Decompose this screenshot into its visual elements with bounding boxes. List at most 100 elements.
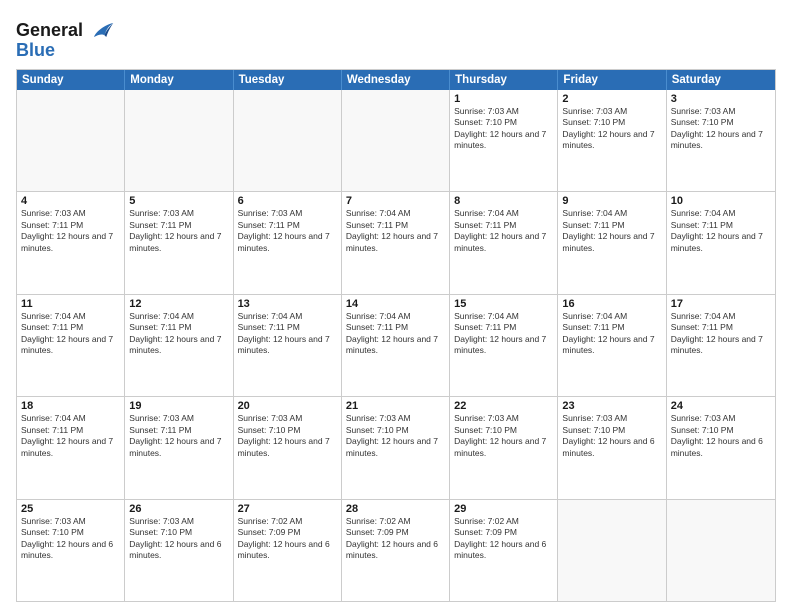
cal-cell-0-2 <box>234 90 342 191</box>
day-number: 2 <box>562 93 661 105</box>
day-info: Sunrise: 7:04 AMSunset: 7:11 PMDaylight:… <box>21 311 120 357</box>
day-number: 25 <box>21 503 120 515</box>
calendar-body: 1Sunrise: 7:03 AMSunset: 7:10 PMDaylight… <box>17 90 775 601</box>
day-number: 7 <box>346 195 445 207</box>
day-info: Sunrise: 7:03 AMSunset: 7:11 PMDaylight:… <box>238 208 337 254</box>
header-friday: Friday <box>558 70 666 90</box>
cal-cell-2-3: 14Sunrise: 7:04 AMSunset: 7:11 PMDayligh… <box>342 295 450 396</box>
calendar-row-0: 1Sunrise: 7:03 AMSunset: 7:10 PMDaylight… <box>17 90 775 191</box>
day-number: 27 <box>238 503 337 515</box>
day-number: 14 <box>346 298 445 310</box>
cal-cell-2-2: 13Sunrise: 7:04 AMSunset: 7:11 PMDayligh… <box>234 295 342 396</box>
day-number: 17 <box>671 298 771 310</box>
cal-cell-1-6: 10Sunrise: 7:04 AMSunset: 7:11 PMDayligh… <box>667 192 775 293</box>
day-info: Sunrise: 7:04 AMSunset: 7:11 PMDaylight:… <box>238 311 337 357</box>
day-number: 29 <box>454 503 553 515</box>
calendar-header: SundayMondayTuesdayWednesdayThursdayFrid… <box>17 70 775 90</box>
cal-cell-4-0: 25Sunrise: 7:03 AMSunset: 7:10 PMDayligh… <box>17 500 125 601</box>
day-info: Sunrise: 7:03 AMSunset: 7:10 PMDaylight:… <box>562 413 661 459</box>
header-tuesday: Tuesday <box>234 70 342 90</box>
day-number: 22 <box>454 400 553 412</box>
cal-cell-3-4: 22Sunrise: 7:03 AMSunset: 7:10 PMDayligh… <box>450 397 558 498</box>
cal-cell-1-5: 9Sunrise: 7:04 AMSunset: 7:11 PMDaylight… <box>558 192 666 293</box>
cal-cell-0-5: 2Sunrise: 7:03 AMSunset: 7:10 PMDaylight… <box>558 90 666 191</box>
calendar-row-1: 4Sunrise: 7:03 AMSunset: 7:11 PMDaylight… <box>17 191 775 293</box>
day-info: Sunrise: 7:03 AMSunset: 7:10 PMDaylight:… <box>454 106 553 152</box>
day-info: Sunrise: 7:04 AMSunset: 7:11 PMDaylight:… <box>562 208 661 254</box>
logo-text-general: General <box>16 20 83 41</box>
day-number: 16 <box>562 298 661 310</box>
header-monday: Monday <box>125 70 233 90</box>
day-info: Sunrise: 7:04 AMSunset: 7:11 PMDaylight:… <box>562 311 661 357</box>
day-number: 15 <box>454 298 553 310</box>
day-number: 1 <box>454 93 553 105</box>
cal-cell-0-0 <box>17 90 125 191</box>
cal-cell-2-5: 16Sunrise: 7:04 AMSunset: 7:11 PMDayligh… <box>558 295 666 396</box>
day-info: Sunrise: 7:04 AMSunset: 7:11 PMDaylight:… <box>129 311 228 357</box>
day-info: Sunrise: 7:03 AMSunset: 7:10 PMDaylight:… <box>21 516 120 562</box>
calendar-row-2: 11Sunrise: 7:04 AMSunset: 7:11 PMDayligh… <box>17 294 775 396</box>
day-number: 26 <box>129 503 228 515</box>
day-info: Sunrise: 7:03 AMSunset: 7:10 PMDaylight:… <box>454 413 553 459</box>
day-number: 5 <box>129 195 228 207</box>
cal-cell-3-0: 18Sunrise: 7:04 AMSunset: 7:11 PMDayligh… <box>17 397 125 498</box>
calendar-row-4: 25Sunrise: 7:03 AMSunset: 7:10 PMDayligh… <box>17 499 775 601</box>
day-number: 9 <box>562 195 661 207</box>
day-number: 12 <box>129 298 228 310</box>
cal-cell-3-1: 19Sunrise: 7:03 AMSunset: 7:11 PMDayligh… <box>125 397 233 498</box>
header-sunday: Sunday <box>17 70 125 90</box>
cal-cell-4-1: 26Sunrise: 7:03 AMSunset: 7:10 PMDayligh… <box>125 500 233 601</box>
day-number: 19 <box>129 400 228 412</box>
day-number: 23 <box>562 400 661 412</box>
cal-cell-4-6 <box>667 500 775 601</box>
day-info: Sunrise: 7:04 AMSunset: 7:11 PMDaylight:… <box>21 413 120 459</box>
day-number: 4 <box>21 195 120 207</box>
cal-cell-1-3: 7Sunrise: 7:04 AMSunset: 7:11 PMDaylight… <box>342 192 450 293</box>
day-info: Sunrise: 7:04 AMSunset: 7:11 PMDaylight:… <box>346 208 445 254</box>
day-number: 11 <box>21 298 120 310</box>
day-number: 6 <box>238 195 337 207</box>
cal-cell-3-3: 21Sunrise: 7:03 AMSunset: 7:10 PMDayligh… <box>342 397 450 498</box>
cal-cell-0-3 <box>342 90 450 191</box>
day-number: 24 <box>671 400 771 412</box>
header-thursday: Thursday <box>450 70 558 90</box>
cal-cell-3-5: 23Sunrise: 7:03 AMSunset: 7:10 PMDayligh… <box>558 397 666 498</box>
day-number: 28 <box>346 503 445 515</box>
cal-cell-3-6: 24Sunrise: 7:03 AMSunset: 7:10 PMDayligh… <box>667 397 775 498</box>
day-number: 13 <box>238 298 337 310</box>
cal-cell-2-6: 17Sunrise: 7:04 AMSunset: 7:11 PMDayligh… <box>667 295 775 396</box>
day-info: Sunrise: 7:03 AMSunset: 7:11 PMDaylight:… <box>129 208 228 254</box>
cal-cell-0-6: 3Sunrise: 7:03 AMSunset: 7:10 PMDaylight… <box>667 90 775 191</box>
calendar-row-3: 18Sunrise: 7:04 AMSunset: 7:11 PMDayligh… <box>17 396 775 498</box>
page-header: General Blue <box>16 12 776 61</box>
day-info: Sunrise: 7:02 AMSunset: 7:09 PMDaylight:… <box>346 516 445 562</box>
day-info: Sunrise: 7:04 AMSunset: 7:11 PMDaylight:… <box>454 311 553 357</box>
logo: General Blue <box>16 16 115 61</box>
cal-cell-1-1: 5Sunrise: 7:03 AMSunset: 7:11 PMDaylight… <box>125 192 233 293</box>
day-info: Sunrise: 7:03 AMSunset: 7:10 PMDaylight:… <box>562 106 661 152</box>
day-info: Sunrise: 7:03 AMSunset: 7:10 PMDaylight:… <box>129 516 228 562</box>
cal-cell-2-1: 12Sunrise: 7:04 AMSunset: 7:11 PMDayligh… <box>125 295 233 396</box>
day-number: 21 <box>346 400 445 412</box>
day-info: Sunrise: 7:03 AMSunset: 7:10 PMDaylight:… <box>238 413 337 459</box>
cal-cell-2-4: 15Sunrise: 7:04 AMSunset: 7:11 PMDayligh… <box>450 295 558 396</box>
logo-bird-icon <box>87 16 115 44</box>
day-number: 3 <box>671 93 771 105</box>
day-number: 20 <box>238 400 337 412</box>
day-number: 18 <box>21 400 120 412</box>
day-info: Sunrise: 7:04 AMSunset: 7:11 PMDaylight:… <box>454 208 553 254</box>
day-info: Sunrise: 7:04 AMSunset: 7:11 PMDaylight:… <box>671 311 771 357</box>
day-info: Sunrise: 7:02 AMSunset: 7:09 PMDaylight:… <box>238 516 337 562</box>
cal-cell-0-1 <box>125 90 233 191</box>
cal-cell-2-0: 11Sunrise: 7:04 AMSunset: 7:11 PMDayligh… <box>17 295 125 396</box>
day-info: Sunrise: 7:02 AMSunset: 7:09 PMDaylight:… <box>454 516 553 562</box>
day-info: Sunrise: 7:03 AMSunset: 7:11 PMDaylight:… <box>21 208 120 254</box>
day-info: Sunrise: 7:03 AMSunset: 7:10 PMDaylight:… <box>671 106 771 152</box>
cal-cell-1-4: 8Sunrise: 7:04 AMSunset: 7:11 PMDaylight… <box>450 192 558 293</box>
day-info: Sunrise: 7:03 AMSunset: 7:10 PMDaylight:… <box>671 413 771 459</box>
cal-cell-4-3: 28Sunrise: 7:02 AMSunset: 7:09 PMDayligh… <box>342 500 450 601</box>
header-saturday: Saturday <box>667 70 775 90</box>
cal-cell-4-4: 29Sunrise: 7:02 AMSunset: 7:09 PMDayligh… <box>450 500 558 601</box>
day-info: Sunrise: 7:04 AMSunset: 7:11 PMDaylight:… <box>671 208 771 254</box>
day-info: Sunrise: 7:04 AMSunset: 7:11 PMDaylight:… <box>346 311 445 357</box>
